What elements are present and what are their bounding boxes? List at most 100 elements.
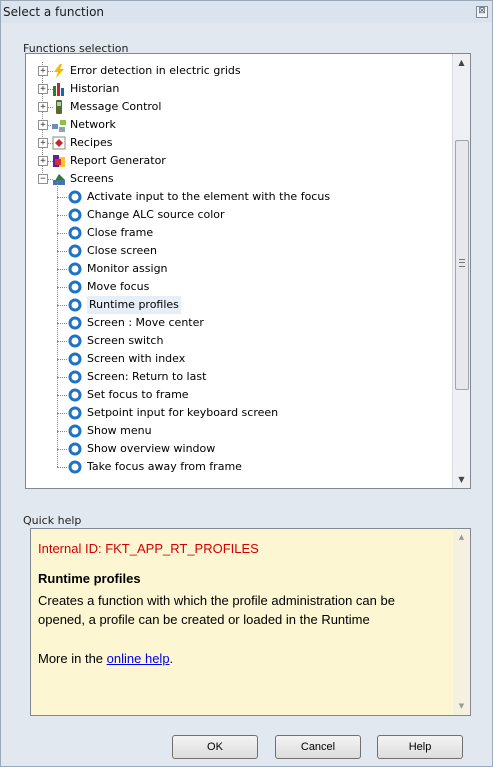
expand-icon[interactable]: + [38, 102, 48, 112]
item-dotted-connector [57, 413, 67, 414]
function-item-label: Runtime profiles [87, 296, 181, 314]
function-list-item[interactable]: Close frame [26, 224, 446, 242]
internal-id-text: Internal ID: FKT_APP_RT_PROFILES [38, 541, 259, 556]
expand-icon[interactable]: + [38, 84, 48, 94]
collapse-icon[interactable]: − [38, 174, 48, 184]
function-item-label: Close frame [87, 226, 154, 239]
tree-category-row[interactable]: + Message Control [26, 98, 446, 116]
item-dotted-connector [57, 215, 67, 216]
function-item-label: Show menu [87, 424, 152, 437]
tree-category-row[interactable]: + Historian [26, 80, 446, 98]
item-dotted-connector [57, 197, 67, 198]
function-list-item[interactable]: Take focus away from frame [26, 458, 446, 476]
function-list-item[interactable]: Set focus to frame [26, 386, 446, 404]
help-button[interactable]: Help [377, 735, 463, 759]
tree-category-row[interactable]: + Error detection in electric grids [26, 62, 446, 80]
blue-function-circle-icon [68, 334, 82, 348]
blue-function-circle-icon [68, 370, 82, 384]
lightning-icon [52, 64, 66, 78]
function-list-item[interactable]: Screen: Return to last [26, 368, 446, 386]
item-dotted-connector [57, 305, 67, 306]
tree-category-label: Recipes [70, 136, 113, 149]
function-list-item[interactable]: Screen with index [26, 350, 446, 368]
ok-button[interactable]: OK [172, 735, 258, 759]
blue-function-circle-icon [68, 442, 82, 456]
scroll-down-arrow-icon[interactable]: ▼ [453, 471, 470, 488]
cancel-button[interactable]: Cancel [275, 735, 361, 759]
item-dotted-connector [57, 341, 67, 342]
blue-function-circle-icon [68, 280, 82, 294]
scroll-up-arrow-icon[interactable]: ▲ [453, 54, 470, 71]
function-list-item[interactable]: Runtime profiles [26, 296, 446, 314]
blue-function-circle-icon [68, 298, 82, 312]
function-list-item[interactable]: Setpoint input for keyboard screen [26, 404, 446, 422]
function-list-item[interactable]: Move focus [26, 278, 446, 296]
function-item-label: Show overview window [87, 442, 216, 455]
tree-category-label: Network [70, 118, 116, 131]
item-dotted-connector [57, 269, 67, 270]
tree-category-row[interactable]: + Report Generator [26, 152, 446, 170]
online-help-link[interactable]: online help [107, 651, 170, 666]
item-dotted-connector [57, 323, 67, 324]
item-dotted-connector [57, 431, 67, 432]
help-description: Creates a function with which the profil… [38, 593, 395, 627]
more-suffix: . [169, 651, 174, 666]
help-scrollbar[interactable]: ▲ ▼ [453, 529, 470, 715]
tree-category-label: Historian [70, 82, 120, 95]
blue-function-circle-icon [68, 316, 82, 330]
blue-function-circle-icon [68, 244, 82, 258]
item-dotted-connector [57, 467, 67, 468]
scroll-thumb[interactable] [455, 140, 469, 390]
function-list-item[interactable]: Show overview window [26, 440, 446, 458]
function-list-item[interactable]: Monitor assign [26, 260, 446, 278]
function-list-item[interactable]: Activate input to the element with the f… [26, 188, 446, 206]
expand-icon[interactable]: + [38, 120, 48, 130]
item-dotted-connector [57, 251, 67, 252]
function-item-label: Screen : Move center [87, 316, 204, 329]
blue-function-circle-icon [68, 424, 82, 438]
function-list-item[interactable]: Screen : Move center [26, 314, 446, 332]
thumb-grip-icon [459, 259, 465, 267]
quick-help-panel: Internal ID: FKT_APP_RT_PROFILES Runtime… [30, 528, 471, 716]
blue-function-circle-icon [68, 388, 82, 402]
tree-scrollbar[interactable]: ▲ ▼ [452, 54, 470, 488]
function-list-item[interactable]: Screen switch [26, 332, 446, 350]
help-scroll-up-icon[interactable]: ▲ [453, 529, 470, 546]
function-item-label: Activate input to the element with the f… [87, 190, 331, 203]
help-scroll-down-icon[interactable]: ▼ [453, 698, 470, 715]
window-title: Select a function [3, 5, 105, 19]
tree-category-row[interactable]: + Network [26, 116, 446, 134]
item-dotted-connector [57, 377, 67, 378]
close-icon[interactable]: ⊠ [476, 6, 488, 18]
select-function-dialog: Select a function ⊠ Functions selection … [0, 0, 493, 767]
item-dotted-connector [57, 233, 67, 234]
help-more-line: More in the online help. [38, 651, 173, 666]
title-bar: Select a function ⊠ [1, 1, 492, 23]
function-list-item[interactable]: Change ALC source color [26, 206, 446, 224]
blue-function-circle-icon [68, 226, 82, 240]
function-list-item[interactable]: Close screen [26, 242, 446, 260]
function-item-label: Screen: Return to last [87, 370, 207, 383]
quick-help-label: Quick help [23, 514, 82, 527]
blue-function-circle-icon [68, 352, 82, 366]
tree-category-row[interactable]: + Recipes [26, 134, 446, 152]
blue-function-circle-icon [68, 262, 82, 276]
function-list-item[interactable]: Show menu [26, 422, 446, 440]
blue-function-circle-icon [68, 208, 82, 222]
item-dotted-connector [57, 287, 67, 288]
blue-function-circle-icon [68, 190, 82, 204]
function-item-label: Screen with index [87, 352, 186, 365]
blue-function-circle-icon [68, 460, 82, 474]
recipe-icon [52, 136, 66, 150]
expand-icon[interactable]: + [38, 66, 48, 76]
expand-icon[interactable]: + [38, 156, 48, 166]
blue-function-circle-icon [68, 406, 82, 420]
expand-icon[interactable]: + [38, 138, 48, 148]
historian-bars-icon [52, 82, 66, 96]
function-item-label: Set focus to frame [87, 388, 189, 401]
functions-tree[interactable]: + Error detection in electric grids + Histo… [25, 53, 471, 489]
tree-category-row[interactable]: − Screens [26, 170, 446, 188]
function-item-label: Setpoint input for keyboard screen [87, 406, 279, 419]
function-item-label: Change ALC source color [87, 208, 225, 221]
function-item-label: Monitor assign [87, 262, 168, 275]
